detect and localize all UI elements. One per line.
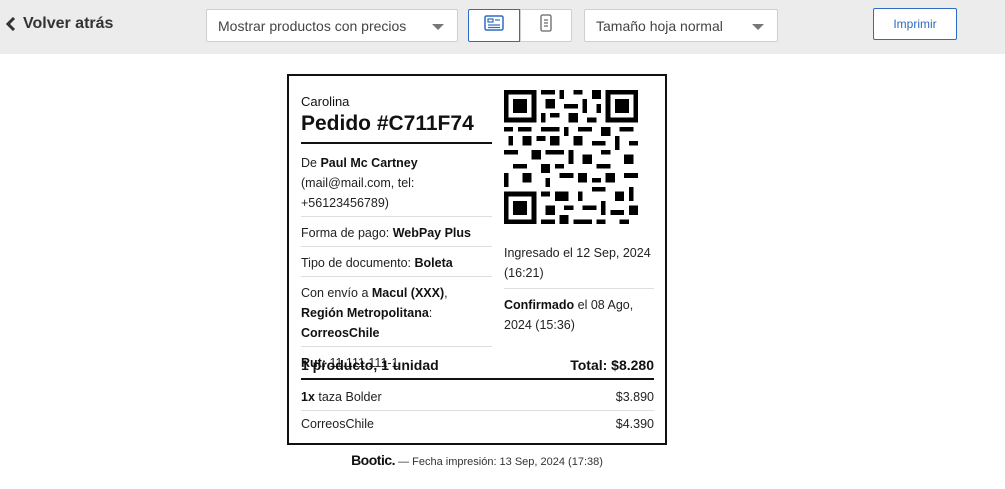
print-date: — Fecha impresión: 13 Sep, 2024 (17:38) [395,456,603,468]
shipping-colon: : [428,306,433,320]
document-value: Boleta [414,256,453,270]
customer-name: Paul Mc Cartney [320,156,418,170]
view-ticket-button[interactable] [520,9,572,42]
back-label: Volver atrás [23,15,114,32]
page-size-value: Tamaño hoja normal [596,17,723,34]
page-size-select[interactable]: Tamaño hoja normal [584,9,778,42]
store-name: Carolina [301,94,350,109]
order-details: Carolina Pedido #C711F74 De Paul Mc Cart… [301,94,492,376]
payment-value: WebPay Plus [392,226,471,240]
document-type-info: Tipo de documento: Boleta [301,247,492,277]
receipt-narrow-icon [540,14,552,37]
brand-logo: Bootic. [351,452,396,468]
toolbar: Volver atrás Mostrar productos con preci… [0,0,1005,54]
payment-label: Forma de pago: [301,226,393,240]
order-ticket: Carolina Pedido #C711F74 De Paul Mc Cart… [287,74,667,445]
line-name: CorreosChile [301,417,374,431]
shipping-prefix: Con envío a [301,286,372,300]
summary-items: 1 producto, 1 unidad [301,357,439,373]
products-display-select[interactable]: Mostrar productos con precios [206,9,458,42]
caret-down-icon [752,24,764,30]
line-price: $4.390 [615,417,654,431]
products-display-value: Mostrar productos con precios [218,17,407,34]
shipping-region: Región Metropolitana [301,306,429,320]
list-item: CorreosChile $4.390 [301,410,654,437]
confirmed-date: Confirmado el 08 Ago, 2024 (15:36) [504,289,654,340]
line-qty: 1x [301,390,315,404]
customer-contact: (mail@mail.com, tel: +56123456789) [301,176,415,210]
summary-divider [301,378,654,380]
summary-total: Total: $8.280 [570,357,654,373]
view-list-detail-button[interactable] [468,9,520,42]
line-name: taza Bolder [314,390,382,404]
shipping-separator: , [444,286,448,300]
order-summary: 1 producto, 1 unidad Total: $8.280 [301,355,654,375]
payment-info: Forma de pago: WebPay Plus [301,217,492,247]
receipt-wide-icon [484,15,504,36]
shipping-info: Con envío a Macul (XXX), Región Metropol… [301,277,492,347]
document-label: Tipo de documento: [301,256,415,270]
chevron-left-icon [4,13,18,35]
list-item: 1x taza Bolder $3.890 [301,384,654,410]
from-prefix: De [301,156,321,170]
line-items: 1x taza Bolder $3.890 CorreosChile $4.39… [301,384,654,437]
print-footer: Bootic. — Fecha impresión: 13 Sep, 2024 … [287,452,667,468]
order-title: Pedido #C711F74 [301,112,474,135]
print-button[interactable]: Imprimir [873,8,957,40]
caret-down-icon [432,24,444,30]
line-price: $3.890 [615,390,654,404]
confirmed-label: Confirmado [504,298,575,312]
created-date: Ingresado el 12 Sep, 2024 (16:21) [504,237,654,289]
back-button[interactable]: Volver atrás [4,13,113,35]
shipping-carrier: CorreosChile [301,326,380,340]
shipping-city: Macul (XXX) [371,286,445,300]
order-meta: Ingresado el 12 Sep, 2024 (16:21) Confir… [504,90,654,340]
customer-info: De Paul Mc Cartney (mail@mail.com, tel: … [301,144,492,217]
qr-code [504,90,638,224]
